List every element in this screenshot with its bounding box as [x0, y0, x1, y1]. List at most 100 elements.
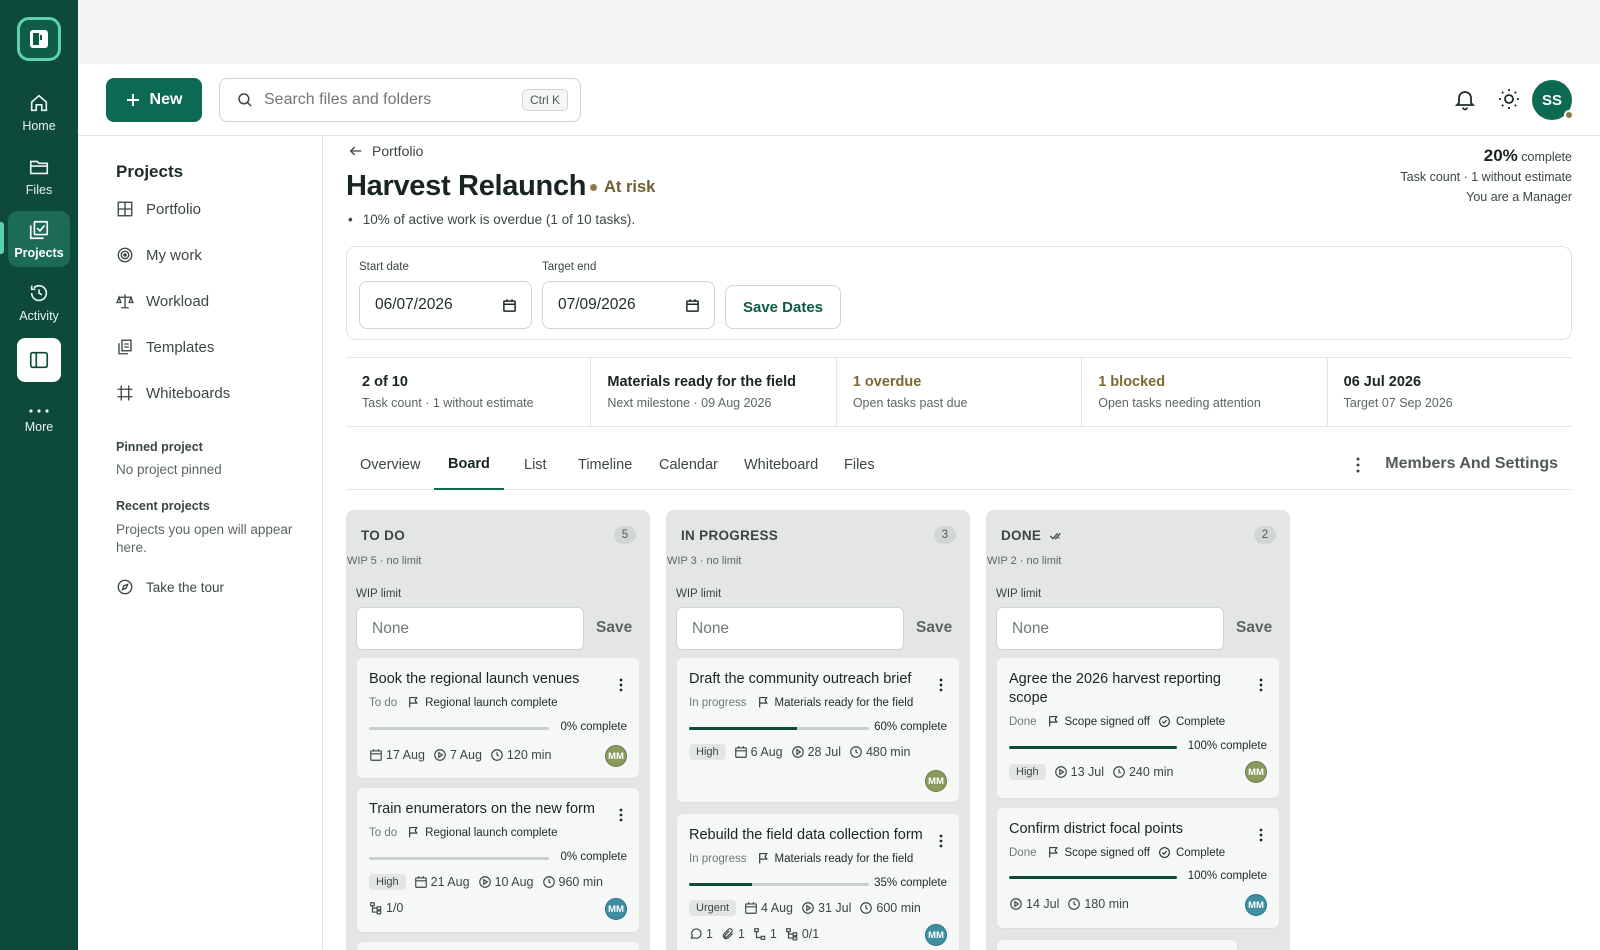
stat-value: 06 Jul 2026 — [1343, 374, 1422, 390]
task-card[interactable]: Agree the 2026 harvest reporting scope D… — [997, 658, 1279, 798]
task-card[interactable]: Train enumerators on the new form To do … — [357, 788, 639, 932]
kebab-icon[interactable] — [1259, 678, 1263, 692]
sidebar-item-portfolio[interactable]: Portfolio — [116, 200, 201, 218]
paperclip-icon — [721, 927, 735, 941]
wip-save-button[interactable]: Save — [596, 619, 632, 637]
sidebar-item-templates[interactable]: Templates — [116, 338, 214, 356]
notifications-button[interactable] — [1450, 84, 1480, 114]
tab-overview[interactable]: Overview — [346, 440, 434, 490]
take-tour-link[interactable]: Take the tour — [116, 578, 224, 596]
double-check-icon — [1049, 530, 1065, 542]
kebab-icon[interactable] — [1356, 456, 1360, 474]
sidebar-toggle-button[interactable] — [17, 338, 61, 382]
assignee-avatar[interactable]: MM — [605, 745, 627, 767]
assignee-avatar[interactable]: MM — [1245, 894, 1267, 916]
wip-limit-label: WIP limit — [676, 588, 722, 600]
wip-save-button[interactable]: Save — [1236, 619, 1272, 637]
tab-list[interactable]: List — [510, 440, 561, 490]
task-card[interactable]: Rebuild the field data collection form I… — [677, 814, 959, 950]
save-dates-button[interactable]: Save Dates — [725, 285, 841, 329]
project-summary: 20% complete Task count · 1 without esti… — [1400, 146, 1572, 207]
tab-whiteboard[interactable]: Whiteboard — [730, 440, 832, 490]
rail-active-indicator — [0, 222, 4, 254]
theme-toggle-button[interactable] — [1494, 84, 1524, 114]
kebab-icon[interactable] — [939, 834, 943, 848]
members-settings-button[interactable]: Members And Settings — [1385, 455, 1558, 473]
user-avatar[interactable]: SS — [1532, 80, 1574, 120]
wip-limit-input[interactable]: None — [676, 607, 904, 650]
kebab-icon[interactable] — [1259, 828, 1263, 842]
task-card-partial[interactable] — [997, 940, 1237, 950]
rail-item-files[interactable]: Files — [8, 148, 70, 204]
card-meta: In progress Materials ready for the fiel… — [689, 852, 913, 865]
sidebar-item-label: Whiteboards — [146, 384, 231, 402]
comment-icon — [689, 927, 703, 941]
wip-save-button[interactable]: Save — [916, 619, 952, 637]
tab-files[interactable]: Files — [830, 440, 889, 490]
sidebar-icon — [28, 349, 50, 371]
overdue-note-text: 10% of active work is overdue (1 of 10 t… — [362, 212, 636, 227]
calendar-icon — [685, 298, 700, 313]
card-status: In progress — [689, 852, 747, 865]
tab-board[interactable]: Board — [434, 440, 504, 490]
end-date-input[interactable]: 07/09/2026 — [542, 281, 715, 329]
wip-limit-input[interactable]: None — [356, 607, 584, 650]
stat-blocked: 1 blocked Open tasks needing attention — [1082, 358, 1328, 426]
page-title: Harvest Relaunch — [346, 170, 587, 202]
subtask-icon — [369, 901, 383, 915]
projects-icon — [28, 219, 50, 241]
task-card[interactable]: Book the regional launch venues To do Re… — [357, 658, 639, 778]
new-button-label: New — [149, 91, 183, 108]
assignee-avatar[interactable]: MM — [925, 924, 947, 946]
sidebar-item-whiteboards[interactable]: Whiteboards — [116, 384, 230, 402]
new-button[interactable]: New — [106, 78, 202, 122]
assignee-avatar[interactable]: MM — [925, 770, 947, 792]
assignee-avatar[interactable]: MM — [605, 898, 627, 920]
rail-item-activity[interactable]: Activity — [8, 274, 70, 330]
start-date-value: 06/07/2026 — [375, 296, 453, 313]
search-box[interactable]: Ctrl K — [219, 78, 581, 122]
card-progress-bar — [369, 857, 549, 860]
calendar-icon — [369, 748, 383, 762]
card-complete-label: Complete — [1175, 846, 1226, 859]
rail-item-more[interactable]: More — [8, 392, 70, 448]
tab-timeline[interactable]: Timeline — [564, 440, 646, 490]
card-start: 10 Aug — [494, 875, 534, 889]
priority-badge: High — [1009, 764, 1046, 780]
summary-pct-suffix: complete — [1521, 150, 1572, 164]
rail-item-home[interactable]: Home — [8, 84, 70, 140]
breadcrumb[interactable]: Portfolio — [348, 143, 423, 159]
clock-icon — [1112, 765, 1126, 779]
calendar-icon — [734, 745, 748, 759]
kebab-icon[interactable] — [939, 678, 943, 692]
top-strip — [78, 0, 1600, 64]
subtask-icon — [785, 927, 799, 941]
search-input[interactable] — [264, 91, 512, 109]
kebab-icon[interactable] — [619, 678, 623, 692]
wip-limit-input[interactable]: None — [996, 607, 1224, 650]
card-title: Train enumerators on the new form — [369, 801, 595, 817]
rail-label: More — [24, 419, 54, 434]
tab-calendar[interactable]: Calendar — [645, 440, 732, 490]
stats-row: 2 of 10 Task count · 1 without estimate … — [346, 357, 1572, 427]
rail-item-projects[interactable]: Projects — [8, 211, 70, 267]
task-card-partial[interactable] — [357, 942, 639, 950]
card-due: 21 Aug — [430, 875, 470, 889]
app-logo-icon[interactable] — [17, 17, 61, 61]
card-due: 6 Aug — [750, 745, 783, 759]
kebab-icon[interactable] — [619, 808, 623, 822]
sidebar-item-workload[interactable]: Workload — [116, 292, 209, 310]
task-card[interactable]: Confirm district focal points Done Scope… — [997, 808, 1279, 928]
start-date-input[interactable]: 06/07/2026 — [359, 281, 532, 329]
card-footer: High 6 Aug 28 Jul 480 min — [689, 744, 910, 760]
stat-sub: Target 07 Sep 2026 — [1343, 396, 1453, 410]
recent-value: Projects you open will appear here. — [116, 522, 293, 555]
stat-sub: Next milestone · 09 Aug 2026 — [607, 396, 772, 410]
summary-pct: 20% — [1483, 146, 1518, 165]
assignee-avatar[interactable]: MM — [1245, 761, 1267, 783]
column-title-text: IN PROGRESS — [681, 528, 779, 543]
calendar-icon — [502, 298, 517, 313]
flag-icon — [757, 696, 770, 709]
task-card[interactable]: Draft the community outreach brief In pr… — [677, 658, 959, 802]
sidebar-item-my-work[interactable]: My work — [116, 246, 202, 264]
